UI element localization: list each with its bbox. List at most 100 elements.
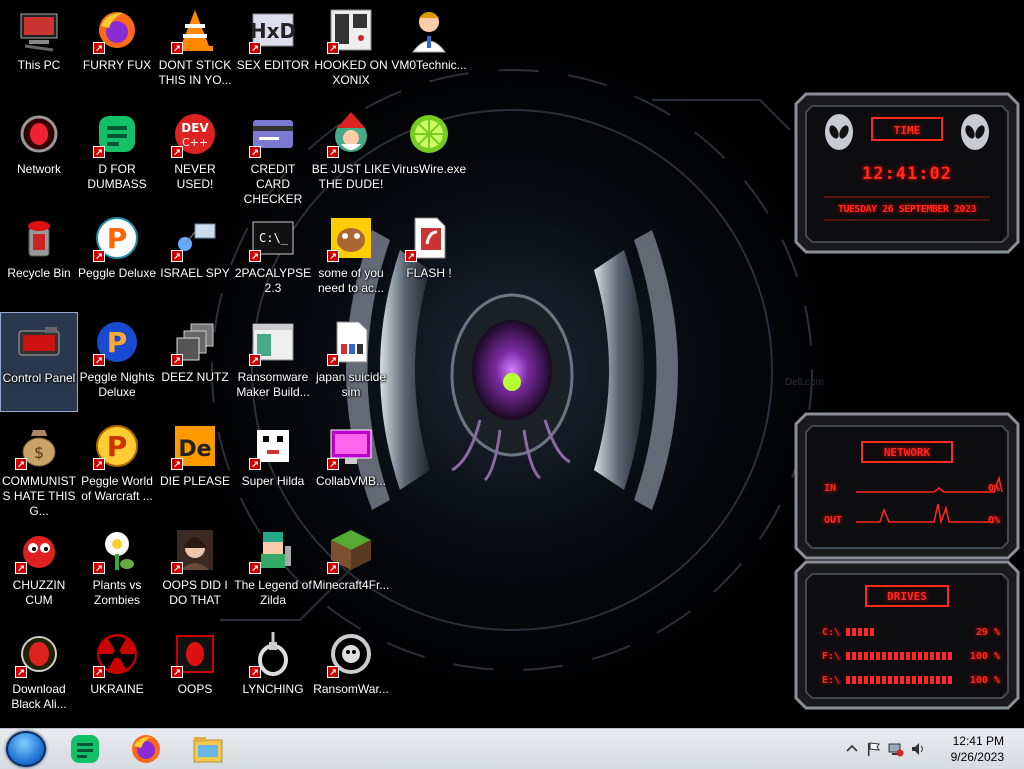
desktop-icon[interactable]: $ ↗ COMMUNISTS HATE THIS G... [0,416,78,518]
desktop-icon[interactable]: ↗ ISRAEL SPY [156,208,234,308]
desktop-icon-label: SEX EDITOR [236,58,310,72]
desktop-icon[interactable]: ↗ Plants vs Zombies [78,520,156,620]
noose-icon: ↗ [249,630,297,678]
drive-usage-bar-segment [870,652,874,660]
desktop-icon-label: DIE PLEASE [159,474,231,488]
shortcut-arrow-icon: ↗ [93,146,105,158]
flash-icon: ↗ [405,214,453,262]
drive-usage-bar-segment [870,628,874,636]
desktop-icon[interactable]: ↗ HOOKED ON XONIX [312,0,390,100]
desktop-icon[interactable]: P ↗ Peggle Deluxe [78,208,156,308]
shortcut-arrow-icon: ↗ [93,562,105,574]
taskbar-file-explorer-app[interactable] [191,732,225,766]
desktop-icon[interactable]: P ↗ Peggle Nights Deluxe [78,312,156,412]
desktop-icon[interactable]: DEV C++ ↗ NEVER USED! [156,104,234,204]
drive-usage-bar-segment [918,652,922,660]
desktop-icon[interactable]: ↗ D FOR DUMBASS [78,104,156,204]
desktop-icon[interactable]: ↗ Minecraft4Fr... [312,520,390,620]
desktop-icon[interactable]: ↗ OOPS DID I DO THAT [156,520,234,620]
drive-usage-bar-segment [948,676,952,684]
desktop-icon[interactable]: VM0Technic... [390,0,468,100]
desktop-icon-label: Recycle Bin [7,266,71,280]
drive-usage-bar-segment [858,628,862,636]
shortcut-arrow-icon: ↗ [93,354,105,366]
desktop-icon[interactable]: P ↗ Peggle World of Warcraft ... [78,416,156,516]
desktop-icon[interactable]: ↗ OOPS [156,624,234,724]
desktop-icon[interactable]: ↗ DONT STICK THIS IN YO... [156,0,234,100]
desktop-icon[interactable]: ↗ BE JUST LIKE THE DUDE! [312,104,390,204]
desktop-icon[interactable]: ↗ CHUZZIN CUM [0,520,78,620]
desktop-icon[interactable]: ↗ japan suicide sim [312,312,390,412]
desktop-icon[interactable]: ↗ CollabVMB... [312,416,390,516]
taskbar-clock-date[interactable]: 9/26/2023 [924,750,1004,764]
network-in-value: 0% [987,483,1000,494]
desktop-icon[interactable]: De ↗ DIE PLEASE [156,416,234,516]
shortcut-arrow-icon: ↗ [405,250,417,262]
desktop-icon[interactable]: ↗ The Legend of Zilda [234,520,312,620]
desktop-icon[interactable]: Control Panel [0,312,78,412]
window-app-icon: ↗ [249,318,297,366]
doctor-icon [405,6,453,54]
taskbar-clock-time[interactable]: 12:41 PM [924,734,1004,748]
taskbar-green-doc-app[interactable] [68,732,102,766]
pixel-dog-icon: ↗ [249,422,297,470]
desktop-icon-label: CollabVMB... [315,474,387,488]
shortcut-arrow-icon: ↗ [327,42,339,54]
shortcut-arrow-icon: ↗ [327,354,339,366]
desktop-icon-label: OOPS [177,682,213,696]
desktop-icon-label: Control Panel [2,371,76,385]
desktop-icon[interactable]: This PC [0,0,78,100]
control-panel-icon [15,319,63,367]
desktop-icon[interactable]: HxD ↗ SEX EDITOR [234,0,312,100]
shortcut-arrow-icon: ↗ [171,146,183,158]
drive-usage-bar-segment [864,676,868,684]
drive-usage-bar-segment [912,652,916,660]
drive-label: C:\ [822,627,841,638]
taskbar-firefox-app[interactable] [129,732,163,766]
drive-usage-bar-segment [870,676,874,684]
drive-usage-bar-segment [900,652,904,660]
desktop-icon[interactable]: ↗ FLASH ! [390,208,468,308]
shortcut-arrow-icon: ↗ [93,666,105,678]
time-gadget[interactable]: TIME 12:41:02 TUESDAY 26 SEPTEMBER 2023 [794,92,1020,254]
show-hidden-icons-chevron-icon[interactable] [844,741,860,757]
start-button[interactable] [6,731,46,767]
network-tray-icon[interactable] [888,741,904,757]
vlc-cone-icon: ↗ [171,6,219,54]
desktop-icon[interactable]: VirusWire.exe [390,104,468,204]
portrait-icon: ↗ [171,526,219,574]
desktop-icon[interactable]: ↗ RansomWar... [312,624,390,724]
action-center-flag-icon[interactable] [866,741,882,757]
drive-usage-bar-segment [852,652,856,660]
desktop-icon[interactable]: Network [0,104,78,204]
desktop-icon-label: VM0Technic... [391,58,467,72]
peggle-wow-icon: P ↗ [93,422,141,470]
drive-usage-bar-segment [846,652,850,660]
drive-usage-bar-segment [852,676,856,684]
desktop-icon[interactable]: ↗ LYNCHING [234,624,312,724]
desktop-icon[interactable]: Recycle Bin [0,208,78,308]
desktop-icon[interactable]: ↗ some of you need to ac... [312,208,390,308]
desktop-icon[interactable]: ↗ UKRAINE [78,624,156,724]
network-spy-icon: ↗ [171,214,219,262]
drive-usage-bar-segment [924,652,928,660]
network-gadget[interactable]: NETWORK IN 0% OUT 0% [794,412,1020,560]
svg-text:DEV: DEV [181,121,209,135]
desktop-icon-label: Ransomware Maker Build... [236,370,310,399]
desktop-icon[interactable]: C:\_ ↗ 2PACALYPSE 2.3 [234,208,312,308]
drive-usage-bar-segment [906,652,910,660]
desktop-icon-label: ISRAEL SPY [160,266,230,280]
desktop-icon[interactable]: ↗ Ransomware Maker Build... [234,312,312,412]
desktop-icon-label: Download Black Ali... [11,682,67,711]
desktop-icon[interactable]: ↗ CREDIT CARD CHECKER [234,104,312,206]
firefox-icon: ↗ [93,6,141,54]
shortcut-arrow-icon: ↗ [249,42,261,54]
desktop-icon-label: DONT STICK THIS IN YO... [158,58,232,87]
de-icon: De ↗ [171,422,219,470]
desktop-icon[interactable]: ↗ Super Hilda [234,416,312,516]
desktop-icon[interactable]: ↗ FURRY FUX [78,0,156,100]
desktop-icon-label: LYNCHING [242,682,304,696]
desktop-icon[interactable]: ↗ Download Black Ali... [0,624,78,724]
drives-gadget[interactable]: DRIVES C:\ 29 % F:\ 100 % E:\ 100 % [794,560,1020,710]
desktop-icon[interactable]: ↗ DEEZ NUTZ [156,312,234,412]
